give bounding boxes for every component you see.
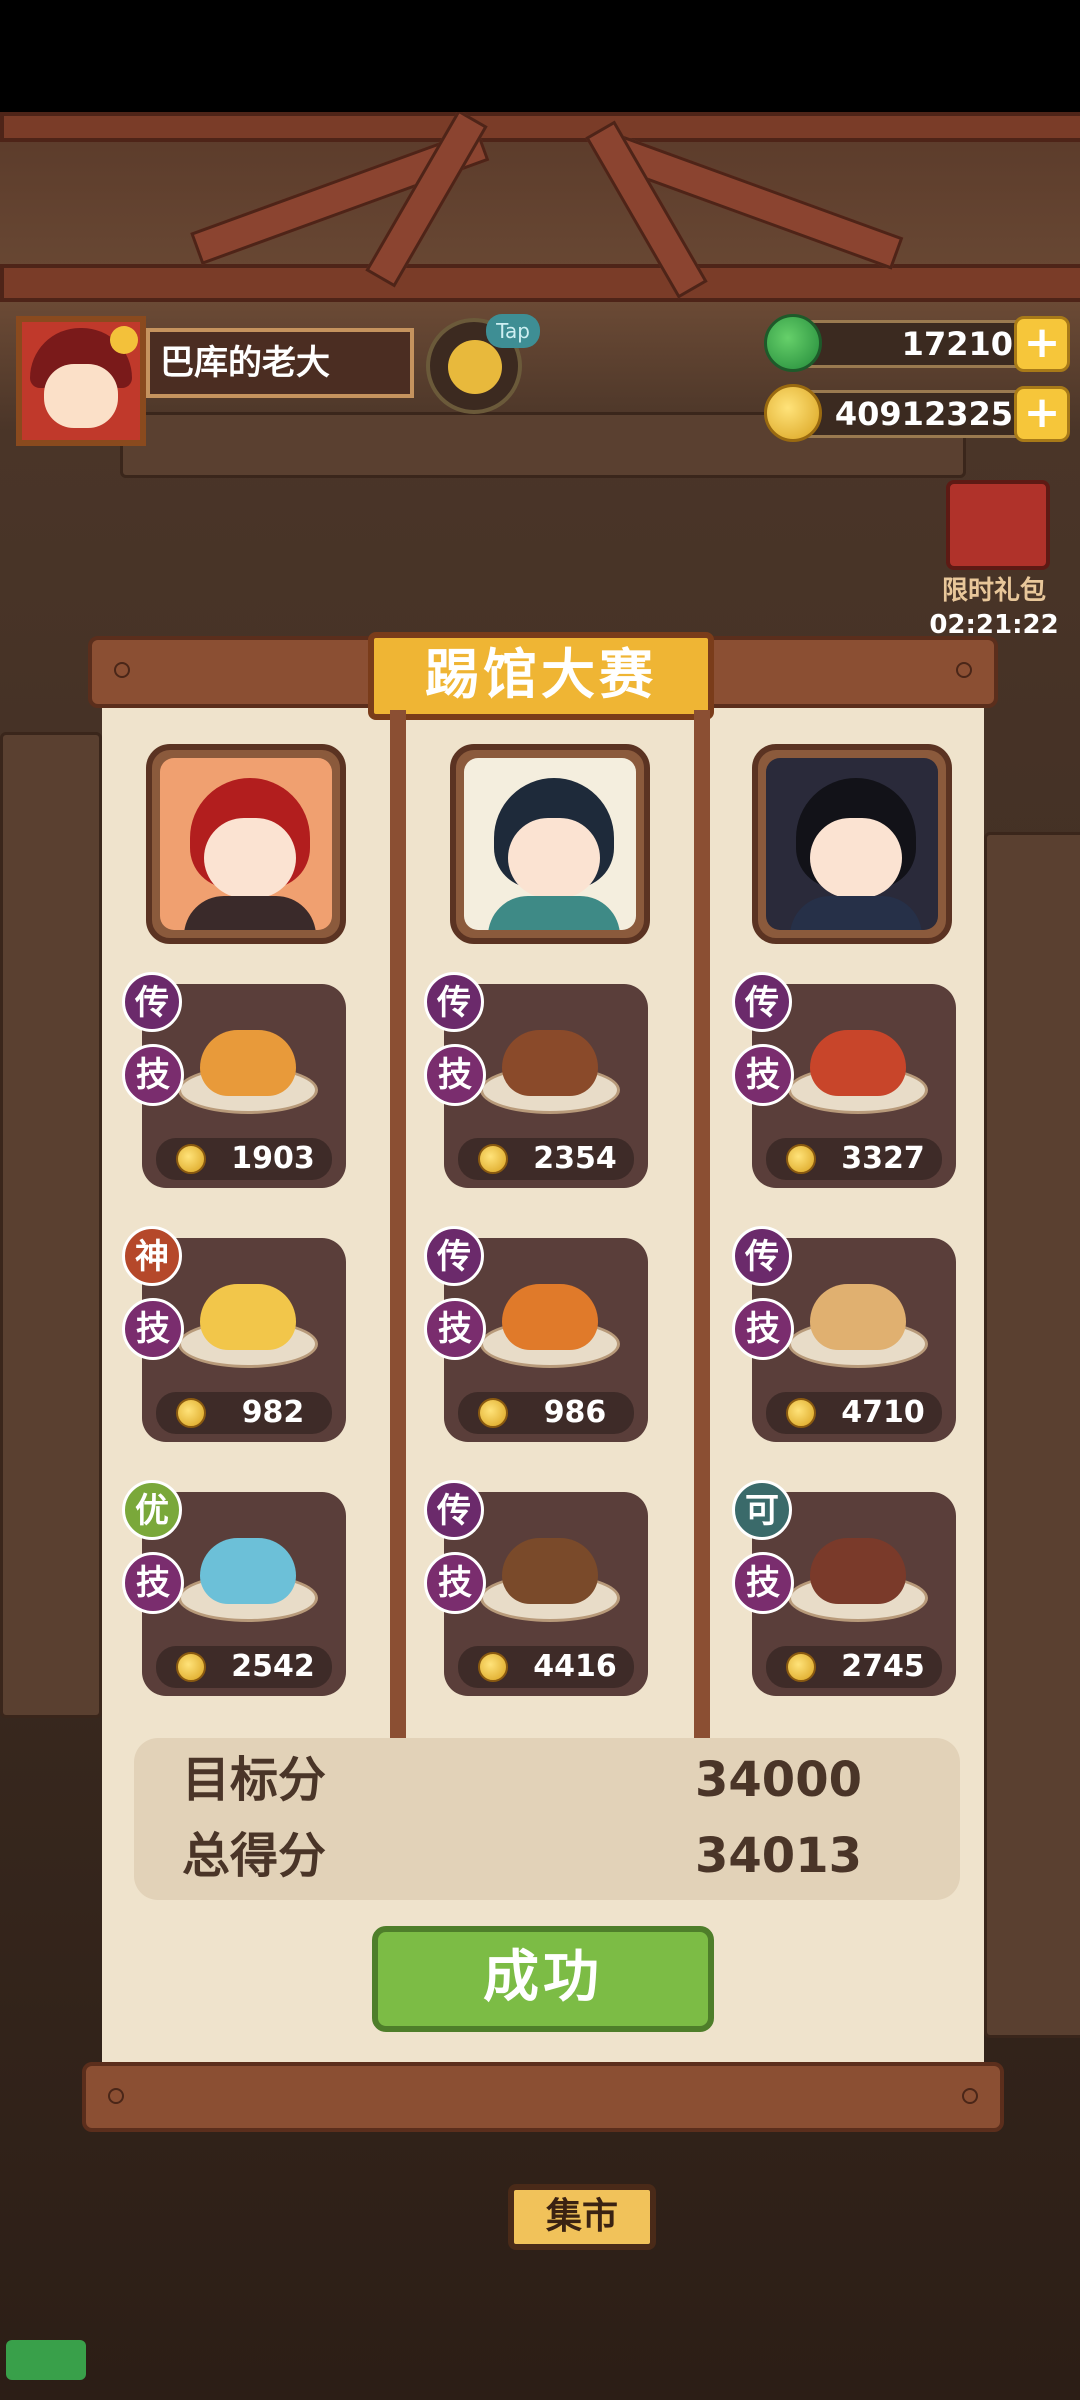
left-shelf [0,732,102,1718]
jade-icon [764,314,822,372]
total-score-label: 总得分 [182,1828,327,1884]
skill-badge: 技 [424,1552,486,1614]
tier-badge: 神 [122,1226,182,1286]
dish-score: 3327 [841,1141,925,1176]
coin-icon [478,1652,508,1682]
tap-label: Tap [486,314,540,348]
total-score-value: 34013 [695,1828,862,1884]
tier-badge: 优 [122,1480,182,1540]
dish-score: 2745 [841,1649,925,1684]
coin-icon [176,1144,206,1174]
coin-icon [478,1398,508,1428]
skill-badge: 技 [424,1044,486,1106]
tap-button[interactable]: Tap [426,314,540,414]
target-score-row: 目标分 34000 [182,1748,912,1812]
target-score-label: 目标分 [182,1752,327,1808]
coin-icon [786,1398,816,1428]
coin-icon [786,1652,816,1682]
chef-portrait-1[interactable] [146,744,346,944]
tier-badge: 传 [122,972,182,1032]
coin-icon [176,1398,206,1428]
coin-icon [786,1144,816,1174]
skill-badge: 技 [732,1044,794,1106]
skill-badge: 技 [424,1298,486,1360]
jade-amount: 17210 [794,320,1034,368]
tier-badge: 传 [424,1480,484,1540]
column-divider [694,710,710,1740]
coin-amount: 40912325 [794,390,1034,438]
gift-label: 限时礼包 [941,576,1046,606]
skill-badge: 技 [732,1298,794,1360]
coin-counter: 40912325 + [764,384,1070,442]
target-score-value: 34000 [695,1752,862,1808]
player-avatar[interactable] [16,316,146,446]
status-bar [0,0,1080,112]
add-jade-button[interactable]: + [1014,316,1070,372]
tier-badge: 可 [732,1480,792,1540]
jade-counter: 17210 + [764,314,1070,372]
skill-badge: 技 [122,1298,184,1360]
dish-score: 1903 [231,1141,315,1176]
chef-portrait-2[interactable] [450,744,650,944]
tier-badge: 传 [732,972,792,1032]
market-button[interactable]: 集市 [508,2184,656,2250]
modal-title: 踢馆大赛 [368,632,714,720]
dish-score: 4710 [841,1395,925,1430]
player-name: 巴库的老大 [146,328,414,398]
skill-badge: 技 [732,1552,794,1614]
skill-badge: 技 [122,1552,184,1614]
chick-icon [448,340,502,394]
limited-gift-pack[interactable]: 限时礼包 02:21:22 [924,470,1064,640]
gift-box-icon [946,480,1050,570]
cross-beam [0,264,1080,302]
column-divider [390,710,406,1740]
dish-score: 4416 [533,1649,617,1684]
modal-bottom-rail [82,2062,1004,2132]
tier-badge: 传 [424,972,484,1032]
toggle-switch[interactable] [6,2340,86,2380]
tier-badge: 传 [732,1226,792,1286]
tier-badge: 传 [424,1226,484,1286]
dish-score: 2542 [231,1649,315,1684]
right-shelf [984,832,1080,2038]
total-score-row: 总得分 34013 [182,1824,912,1888]
roof-beam [0,112,1080,142]
dish-score: 986 [543,1395,607,1430]
coin-icon [764,384,822,442]
coin-icon [478,1144,508,1174]
dish-score: 982 [241,1395,305,1430]
score-panel: 目标分 34000 总得分 34013 [134,1738,960,1900]
coin-icon [176,1652,206,1682]
dish-score: 2354 [533,1141,617,1176]
success-button[interactable]: 成功 [372,1926,714,2032]
chef-portrait-3[interactable] [752,744,952,944]
add-coins-button[interactable]: + [1014,386,1070,442]
rank-icon [110,326,138,354]
skill-badge: 技 [122,1044,184,1106]
